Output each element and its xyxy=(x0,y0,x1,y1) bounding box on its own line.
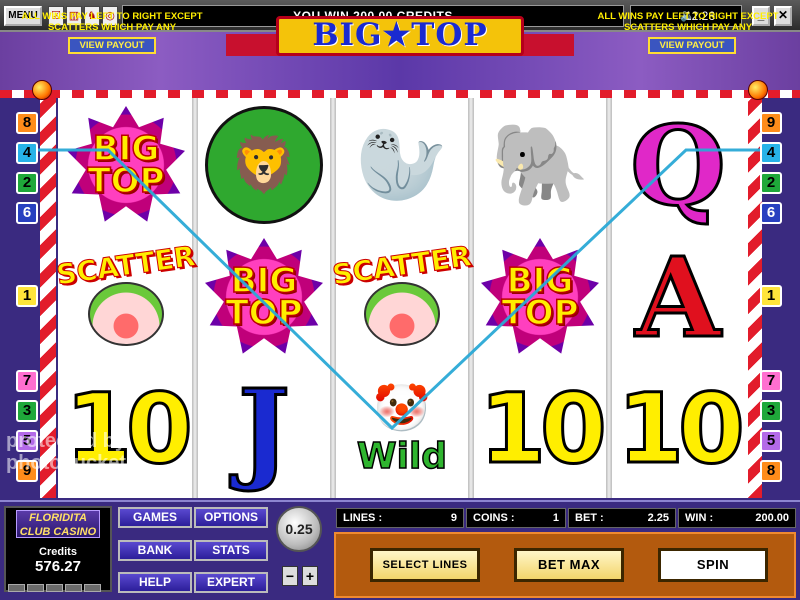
clown-icon xyxy=(88,281,164,346)
coins-display: COINS : 1 xyxy=(466,508,566,528)
wins-info-right: ALL WINS PAY LEFT TO RIGHT EXCEPT SCATTE… xyxy=(597,11,779,33)
elephant-icon: 🐘 xyxy=(490,120,590,209)
symbol-lion: 🦁 xyxy=(198,100,330,230)
clown-icon xyxy=(364,281,440,346)
lines-value: 9 xyxy=(450,512,457,524)
expert-button[interactable]: EXPERT xyxy=(194,572,268,593)
wild-clown-icon: 🤡 xyxy=(373,382,431,434)
symbol-scatter: SCATTER xyxy=(330,232,474,362)
game-logo: BIG★TOP xyxy=(276,16,524,56)
indicator-cell xyxy=(27,584,44,592)
indicator-cell xyxy=(46,584,63,592)
symbol-ace: A xyxy=(612,231,744,363)
bet-label: BET : xyxy=(575,512,604,524)
tent-stripe xyxy=(0,90,800,98)
indicator-cell xyxy=(65,584,82,592)
wild-label: Wild xyxy=(356,435,448,478)
line-number-left[interactable]: 8 xyxy=(16,112,38,134)
line-number-right[interactable]: 6 xyxy=(760,202,782,224)
line-number-right[interactable]: 7 xyxy=(760,370,782,392)
pole-ball-left-icon xyxy=(32,80,52,100)
lines-label: LINES : xyxy=(343,512,383,524)
select-lines-button[interactable]: SELECT LINES xyxy=(370,548,480,582)
line-number-left[interactable]: 3 xyxy=(16,400,38,422)
watermark-line: photobucket xyxy=(6,452,126,474)
credits-value: 576.27 xyxy=(35,558,81,575)
lines-display: LINES : 9 xyxy=(336,508,464,528)
credits-label: Credits xyxy=(39,546,77,558)
symbol-wild: 🤡 Wild xyxy=(336,364,468,494)
coins-value: 1 xyxy=(552,512,559,524)
coin-minus-button[interactable]: − xyxy=(282,566,298,586)
indicator-cell xyxy=(8,584,25,592)
symbol-ten: 10 xyxy=(612,364,747,494)
symbol-big-top: BIG TOP xyxy=(198,232,330,362)
ten-label: 10 xyxy=(478,372,609,487)
line-number-right[interactable]: 3 xyxy=(760,400,782,422)
coins-label: COINS : xyxy=(473,512,515,524)
pole-ball-right-icon xyxy=(748,80,768,100)
line-number-right[interactable]: 8 xyxy=(760,460,782,482)
line-number-left[interactable]: 7 xyxy=(16,370,38,392)
watermark: protected by photobucket xyxy=(6,430,126,474)
line-number-right[interactable]: 2 xyxy=(760,172,782,194)
seal-icon: 🦭 xyxy=(355,122,449,206)
symbol-queen: Q xyxy=(612,99,744,231)
help-button[interactable]: HELP xyxy=(118,572,192,593)
symbol-seal: 🦭 xyxy=(336,100,468,230)
symbol-ten: 10 xyxy=(474,364,609,494)
lion-ringmaster-icon: 🦁 xyxy=(205,106,323,224)
symbol-scatter: SCATTER xyxy=(54,232,198,362)
watermark-line: protected by xyxy=(6,430,127,452)
win-label: WIN : xyxy=(685,512,714,524)
line-number-left[interactable]: 4 xyxy=(16,142,38,164)
bet-max-button[interactable]: BET MAX xyxy=(514,548,624,582)
win-display: WIN : 200.00 xyxy=(678,508,796,528)
games-button[interactable]: GAMES xyxy=(118,507,192,528)
bet-display: BET : 2.25 xyxy=(568,508,676,528)
spin-button[interactable]: SPIN xyxy=(658,548,768,582)
symbol-jack: J xyxy=(198,363,330,495)
line-number-right[interactable]: 1 xyxy=(760,285,782,307)
jack-label: J xyxy=(236,363,291,495)
ten-label: 10 xyxy=(616,372,747,487)
win-value: 200.00 xyxy=(755,512,789,524)
wins-info-left: ALL WINS PAY LEFT TO RIGHT EXCEPT SCATTE… xyxy=(21,11,203,33)
line-number-left[interactable]: 6 xyxy=(16,202,38,224)
coin-plus-button[interactable]: + xyxy=(302,566,318,586)
bet-value: 2.25 xyxy=(647,512,669,524)
stats-button[interactable]: STATS xyxy=(194,540,268,561)
line-number-left[interactable]: 2 xyxy=(16,172,38,194)
view-payout-button-left[interactable]: VIEW PAYOUT xyxy=(68,37,156,54)
symbol-big-top: BIG TOP xyxy=(60,100,192,230)
line-number-right[interactable]: 4 xyxy=(760,142,782,164)
symbol-big-top: BIG TOP xyxy=(474,232,606,362)
big-top-icon: BIG TOP xyxy=(481,238,599,354)
symbol-ten: 10 xyxy=(60,364,195,494)
symbol-text: TOP xyxy=(87,161,166,201)
queen-label: Q xyxy=(629,99,728,231)
line-number-right[interactable]: 5 xyxy=(760,430,782,452)
options-button[interactable]: OPTIONS xyxy=(194,507,268,528)
coin-value[interactable]: 0.25 xyxy=(276,506,322,552)
symbol-elephant: 🐘 xyxy=(474,100,606,230)
ace-label: A xyxy=(634,231,722,363)
symbol-text: TOP xyxy=(225,293,304,333)
line-number-right[interactable]: 9 xyxy=(760,112,782,134)
bank-button[interactable]: BANK xyxy=(118,540,192,561)
line-number-left[interactable]: 1 xyxy=(16,285,38,307)
view-payout-button-right[interactable]: VIEW PAYOUT xyxy=(648,37,736,54)
symbol-text: TOP xyxy=(501,293,580,333)
indicator-cell xyxy=(84,584,101,592)
big-top-icon: BIG TOP xyxy=(67,106,185,222)
big-top-icon: BIG TOP xyxy=(205,238,323,354)
casino-logo: FLORIDITA CLUB CASINO xyxy=(16,510,100,538)
